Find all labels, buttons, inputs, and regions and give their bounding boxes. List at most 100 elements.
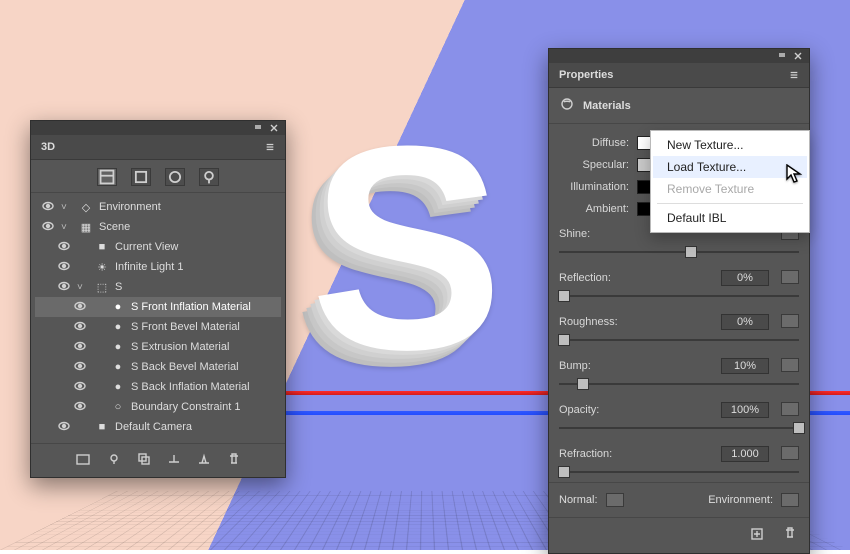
materials-icon bbox=[559, 96, 575, 115]
roughness-slider[interactable]: Roughness:0% bbox=[559, 322, 799, 346]
trash-icon[interactable] bbox=[783, 526, 797, 545]
environment-texture-button[interactable] bbox=[781, 493, 799, 507]
close-icon[interactable] bbox=[269, 123, 279, 133]
material-icon: ● bbox=[111, 300, 125, 314]
collapse-icon[interactable] bbox=[777, 51, 787, 61]
roughness-texture-button[interactable] bbox=[781, 314, 799, 328]
filter-lights-button[interactable] bbox=[199, 168, 219, 186]
roughness-label: Roughness: bbox=[559, 316, 618, 328]
specular-label: Specular: bbox=[559, 159, 629, 171]
cursor-icon bbox=[786, 164, 802, 184]
tree-row-scene[interactable]: ˅▦Scene bbox=[35, 217, 281, 237]
tree-item-label: S Back Bevel Material bbox=[131, 361, 275, 373]
visibility-toggle[interactable] bbox=[41, 201, 55, 214]
visibility-toggle[interactable] bbox=[57, 281, 71, 294]
opacity-texture-button[interactable] bbox=[781, 402, 799, 416]
render-icon[interactable] bbox=[197, 452, 211, 469]
panel-title-properties: Properties bbox=[559, 69, 613, 81]
close-icon[interactable] bbox=[793, 51, 803, 61]
disclosure-icon[interactable]: ˅ bbox=[77, 282, 89, 293]
reflection-value[interactable]: 0% bbox=[721, 270, 769, 286]
tree-row-default-camera[interactable]: ■Default Camera bbox=[35, 417, 281, 437]
panel-properties-header[interactable] bbox=[549, 49, 809, 63]
mesh-icon: ⬚ bbox=[95, 280, 109, 294]
ctx-load-texture[interactable]: Load Texture... bbox=[653, 156, 807, 178]
material-icon: ● bbox=[111, 380, 125, 394]
slider-thumb[interactable] bbox=[793, 422, 805, 434]
material-icon: ● bbox=[111, 360, 125, 374]
roughness-value[interactable]: 0% bbox=[721, 314, 769, 330]
tree-row-s-back-bevel-material[interactable]: ● S Back Bevel Material bbox=[35, 357, 281, 377]
menu-icon[interactable] bbox=[789, 70, 799, 80]
constraint-icon: ○ bbox=[111, 400, 125, 414]
visibility-toggle[interactable] bbox=[41, 221, 55, 234]
camera-icon: ■ bbox=[95, 240, 109, 254]
refraction-value[interactable]: 1.000 bbox=[721, 446, 769, 462]
visibility-toggle[interactable] bbox=[57, 241, 71, 254]
tree-item-label: S Front Inflation Material bbox=[131, 301, 275, 313]
slider-thumb[interactable] bbox=[577, 378, 589, 390]
visibility-toggle[interactable] bbox=[57, 261, 71, 274]
new-layer-icon[interactable] bbox=[75, 452, 91, 469]
slider-thumb[interactable] bbox=[685, 246, 697, 258]
tree-row-environment[interactable]: ˅◇Environment bbox=[35, 197, 281, 217]
normal-texture-button[interactable] bbox=[606, 493, 624, 507]
tree-row-s[interactable]: ˅⬚S bbox=[35, 277, 281, 297]
slider-thumb[interactable] bbox=[558, 334, 570, 346]
ctx-default-ibl[interactable]: Default IBL bbox=[653, 207, 807, 229]
reflection-texture-button[interactable] bbox=[781, 270, 799, 284]
tree-item-label: Current View bbox=[115, 241, 275, 253]
reflection-slider[interactable]: Reflection:0% bbox=[559, 278, 799, 302]
bump-label: Bump: bbox=[559, 360, 591, 372]
filter-scene-button[interactable] bbox=[97, 168, 117, 186]
tree-row-boundary-constraint-1[interactable]: ○Boundary Constraint 1 bbox=[35, 397, 281, 417]
scene-tree: ˅◇Environment˅▦Scene ■ Current View ☀Infini… bbox=[31, 193, 285, 443]
opacity-value[interactable]: 100% bbox=[721, 402, 769, 418]
ctx-new-texture[interactable]: New Texture... bbox=[653, 134, 807, 156]
bump-slider[interactable]: Bump:10% bbox=[559, 366, 799, 390]
material-icon: ● bbox=[111, 340, 125, 354]
bump-value[interactable]: 10% bbox=[721, 358, 769, 374]
duplicate-icon[interactable] bbox=[137, 452, 151, 469]
section-title: Materials bbox=[583, 100, 631, 112]
panel-3d-header[interactable] bbox=[31, 121, 285, 135]
visibility-toggle[interactable] bbox=[73, 401, 87, 414]
opacity-label: Opacity: bbox=[559, 404, 599, 416]
normal-label: Normal: bbox=[559, 494, 598, 506]
visibility-toggle[interactable] bbox=[73, 381, 87, 394]
slider-thumb[interactable] bbox=[558, 290, 570, 302]
tree-row-s-back-inflation-material[interactable]: ● S Back Inflation Material bbox=[35, 377, 281, 397]
visibility-toggle[interactable] bbox=[73, 321, 87, 334]
tree-row-s-front-bevel-material[interactable]: ●S Front Bevel Material bbox=[35, 317, 281, 337]
trash-icon[interactable] bbox=[227, 452, 241, 469]
environment-label: Environment: bbox=[708, 494, 773, 506]
tree-item-label: Default Camera bbox=[115, 421, 275, 433]
menu-icon[interactable] bbox=[265, 142, 275, 152]
disclosure-icon[interactable]: ˅ bbox=[61, 222, 73, 233]
visibility-toggle[interactable] bbox=[73, 341, 87, 354]
tree-item-label: Scene bbox=[99, 221, 275, 233]
tree-item-label: Environment bbox=[99, 201, 275, 213]
tree-item-label: S Back Inflation Material bbox=[131, 381, 275, 393]
tree-item-label: S Front Bevel Material bbox=[131, 321, 275, 333]
refraction-slider[interactable]: Refraction:1.000 bbox=[559, 454, 799, 478]
visibility-toggle[interactable] bbox=[73, 301, 87, 314]
tree-row-s-extrusion-material[interactable]: ●S Extrusion Material bbox=[35, 337, 281, 357]
slider-thumb[interactable] bbox=[558, 466, 570, 478]
save-preset-icon[interactable] bbox=[749, 526, 765, 545]
refraction-texture-button[interactable] bbox=[781, 446, 799, 460]
bump-texture-button[interactable] bbox=[781, 358, 799, 372]
shine-slider[interactable]: Shine: bbox=[559, 234, 799, 258]
new-light-icon[interactable] bbox=[107, 452, 121, 469]
tree-row-s-front-inflation-material[interactable]: ● S Front Inflation Material bbox=[35, 297, 281, 317]
visibility-toggle[interactable] bbox=[57, 421, 71, 434]
tree-row-infinite-light-1[interactable]: ☀Infinite Light 1 bbox=[35, 257, 281, 277]
opacity-slider[interactable]: Opacity:100% bbox=[559, 410, 799, 434]
visibility-toggle[interactable] bbox=[73, 361, 87, 374]
ground-plane-icon[interactable] bbox=[167, 452, 181, 469]
collapse-icon[interactable] bbox=[253, 123, 263, 133]
tree-row-current-view[interactable]: ■ Current View bbox=[35, 237, 281, 257]
disclosure-icon[interactable]: ˅ bbox=[61, 202, 73, 213]
filter-materials-button[interactable] bbox=[165, 168, 185, 186]
filter-meshes-button[interactable] bbox=[131, 168, 151, 186]
